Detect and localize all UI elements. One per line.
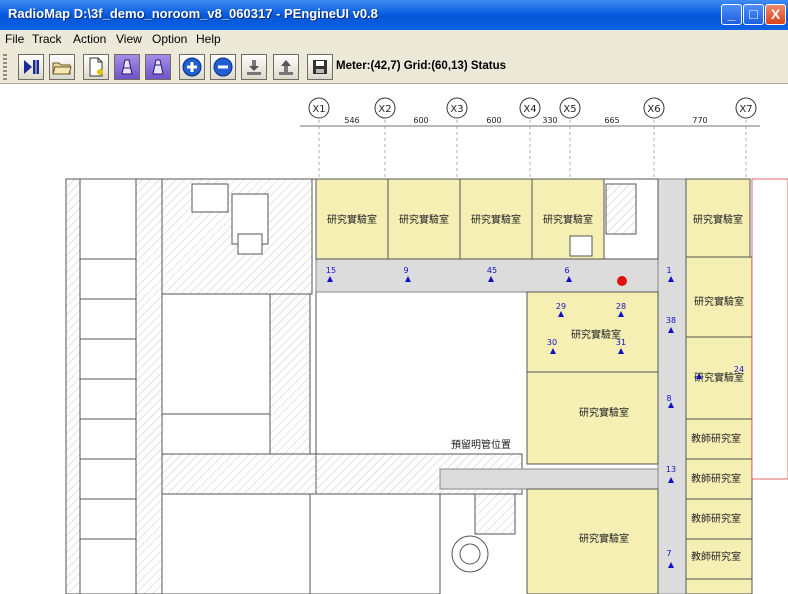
point-label: 24 — [734, 365, 744, 374]
room-label: 研究實驗室 — [693, 213, 743, 226]
upload-button[interactable] — [273, 54, 299, 80]
toolbar: Meter:(42,7) Grid:(60,13) Status — [0, 50, 788, 84]
open-button[interactable] — [49, 54, 75, 80]
zoom-in-button[interactable] — [179, 54, 205, 80]
window-title: RadioMap D:\3f_demo_noroom_v8_060317 - P… — [8, 6, 378, 21]
point-label: 13 — [666, 465, 676, 474]
room-label: 教師研究室 — [691, 472, 741, 485]
axis-label: X3 — [450, 104, 463, 115]
point-label: 31 — [616, 338, 626, 347]
minimize-button[interactable]: _ — [721, 4, 742, 25]
play-pause-button[interactable] — [18, 54, 44, 80]
point-label: 7 — [666, 549, 671, 558]
save-icon — [313, 60, 327, 74]
flag-alt-button[interactable] — [145, 54, 171, 80]
axis-label: X7 — [739, 104, 752, 115]
room-label: 教師研究室 — [691, 432, 741, 445]
minimize-icon: _ — [727, 6, 736, 22]
dimension-label: 770 — [692, 116, 707, 125]
right-corridor — [657, 178, 687, 594]
point-label: 45 — [487, 266, 497, 275]
toolbar-grip[interactable] — [3, 54, 7, 80]
menu-view[interactable]: View — [116, 32, 142, 46]
zoom-out-button[interactable] — [210, 54, 236, 80]
maximize-button[interactable]: □ — [743, 4, 764, 25]
menu-action[interactable]: Action — [73, 32, 106, 46]
save-button[interactable] — [307, 54, 333, 80]
menu-option[interactable]: Option — [152, 32, 187, 46]
flag-icon — [121, 59, 133, 75]
dimension-label: 330 — [542, 116, 557, 125]
axis-label: X1 — [312, 104, 325, 115]
title-bar: RadioMap D:\3f_demo_noroom_v8_060317 - P… — [0, 0, 788, 30]
axis-label: X2 — [378, 104, 391, 115]
point-label: 30 — [547, 338, 557, 347]
room-label: 研究實驗室 — [327, 213, 377, 226]
close-button[interactable]: X — [765, 4, 786, 25]
room-label: 研究實驗室 — [543, 213, 593, 226]
close-icon: X — [770, 6, 781, 22]
point-label: 29 — [556, 302, 566, 311]
floorplan-svg: X1 X2 X3 X4 X5 X6 X7 546 600 600 330 665… — [65, 97, 788, 594]
reserved-pipe-label: 預留明管位置 — [451, 438, 511, 451]
menu-help[interactable]: Help — [196, 32, 221, 46]
status-readout: Meter:(42,7) Grid:(60,13) Status — [336, 60, 506, 72]
dimension-label: 546 — [344, 116, 359, 125]
point-label: 9 — [403, 266, 408, 275]
stair-spiral — [451, 493, 516, 573]
axis-label: X4 — [523, 104, 536, 115]
stairwell — [605, 183, 637, 235]
room-label: 研究實驗室 — [694, 295, 744, 308]
point-label: 28 — [616, 302, 626, 311]
axis-label: X5 — [563, 104, 576, 115]
point-label: 38 — [666, 316, 676, 325]
point-label: 8 — [666, 394, 671, 403]
floorplan-canvas[interactable]: X1 X2 X3 X4 X5 X6 X7 546 600 600 330 665… — [0, 84, 788, 594]
axis-header: X1 X2 X3 X4 X5 X6 X7 546 600 600 330 665… — [300, 97, 760, 179]
download-button[interactable] — [241, 54, 267, 80]
download-icon — [247, 60, 261, 75]
lower-corridor — [439, 468, 659, 490]
dimension-label: 600 — [413, 116, 428, 125]
flag-button[interactable] — [114, 54, 140, 80]
room-label: 研究實驗室 — [571, 328, 621, 341]
new-button[interactable] — [83, 54, 109, 80]
top-corridor — [315, 257, 659, 293]
room-label: 研究實驗室 — [579, 406, 629, 419]
room-label: 研究實驗室 — [471, 213, 521, 226]
menu-bar: File Track Action View Option Help — [0, 30, 788, 50]
play-pause-icon — [24, 60, 39, 74]
dimension-label: 665 — [604, 116, 619, 125]
zoom-out-icon — [213, 57, 233, 77]
menu-track[interactable]: Track — [32, 32, 62, 46]
room-label: 研究實驗室 — [399, 213, 449, 226]
point-label: 15 — [326, 266, 336, 275]
flag-alt-icon — [152, 59, 164, 75]
current-position-marker[interactable] — [617, 276, 627, 286]
outer-boundary — [751, 178, 788, 480]
maximize-icon: □ — [749, 6, 758, 22]
point-label: 6 — [564, 266, 569, 275]
room-label: 研究實驗室 — [579, 532, 629, 545]
zoom-in-icon — [182, 57, 202, 77]
room-label: 教師研究室 — [691, 512, 741, 525]
elevator — [569, 235, 593, 257]
dimension-label: 600 — [486, 116, 501, 125]
axis-label: X6 — [647, 104, 660, 115]
upload-icon — [279, 60, 293, 75]
menu-file[interactable]: File — [5, 32, 24, 46]
open-folder-icon — [52, 62, 72, 75]
new-document-icon — [89, 57, 103, 77]
room-label: 教師研究室 — [691, 550, 741, 563]
point-label: 1 — [666, 266, 671, 275]
